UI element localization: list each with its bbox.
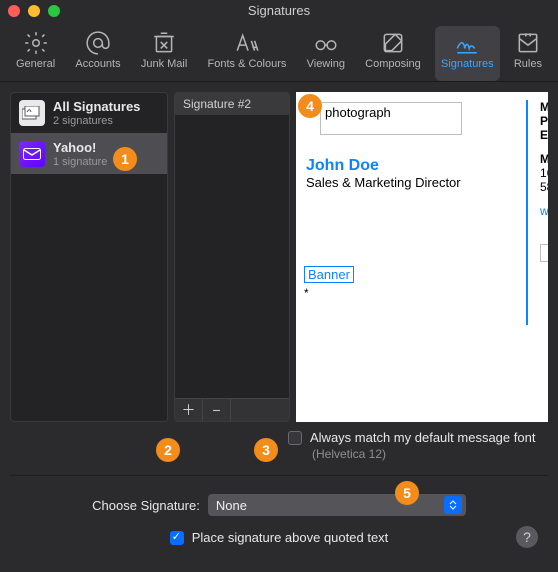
- account-all[interactable]: All Signatures 2 signatures: [11, 93, 167, 133]
- tab-fonts[interactable]: Fonts & Colours: [202, 26, 293, 81]
- trash-icon: [150, 30, 178, 56]
- account-sub: 1 signature: [53, 156, 107, 168]
- list-footer: ＋ −: [175, 398, 289, 421]
- vertical-divider: [526, 100, 528, 325]
- window-title: Signatures: [0, 0, 558, 22]
- always-match-label: Always match my default message font: [310, 430, 535, 445]
- account-name: Yahoo!: [53, 140, 107, 155]
- tab-rules[interactable]: Rules: [508, 26, 548, 81]
- title-bar: Signatures: [0, 0, 558, 22]
- traffic-lights: [8, 5, 60, 17]
- photo-placeholder: photograph: [320, 102, 462, 135]
- options-area: Always match my default message font (He…: [0, 422, 558, 555]
- choose-signature-popup[interactable]: None: [208, 494, 466, 516]
- choose-signature-value: None: [216, 498, 247, 513]
- preview-bullet: *: [304, 286, 548, 300]
- social-icons: [540, 244, 548, 262]
- all-signatures-icon: [19, 100, 45, 126]
- prefs-toolbar: General Accounts Junk Mail Fonts & Colou…: [0, 22, 558, 82]
- compose-icon: [379, 30, 407, 56]
- yahoo-icon: [19, 141, 45, 167]
- font-icon: [233, 30, 261, 56]
- signature-icon: [453, 30, 481, 56]
- divider: [10, 475, 548, 476]
- tab-signatures[interactable]: Signatures: [435, 26, 500, 81]
- banner-placeholder: Banner: [304, 266, 354, 283]
- choose-signature-row: Choose Signature: None: [10, 494, 548, 516]
- tab-junkmail[interactable]: Junk Mail: [135, 26, 193, 81]
- tab-composing[interactable]: Composing: [359, 26, 427, 81]
- signature-preview[interactable]: photograph John Doe Sales & Marketing Di…: [296, 92, 548, 422]
- place-above-checkbox[interactable]: [170, 531, 184, 545]
- font-hint: (Helvetica 12): [312, 447, 548, 461]
- help-button[interactable]: ?: [516, 526, 538, 548]
- add-button[interactable]: ＋: [175, 399, 203, 421]
- preview-role: Sales & Marketing Director: [306, 175, 548, 190]
- always-match-row[interactable]: Always match my default message font: [288, 430, 548, 445]
- account-sub: 2 signatures: [53, 115, 140, 127]
- gear-icon: [22, 30, 50, 56]
- choose-signature-label: Choose Signature:: [92, 498, 200, 513]
- tab-general[interactable]: General: [10, 26, 61, 81]
- glasses-icon: [312, 30, 340, 56]
- rules-icon: [514, 30, 542, 56]
- minimize-icon[interactable]: [28, 5, 40, 17]
- accounts-list: All Signatures 2 signatures Yahoo! 1 sig…: [10, 92, 168, 422]
- chevron-updown-icon: [444, 496, 462, 514]
- zoom-icon[interactable]: [48, 5, 60, 17]
- tab-accounts[interactable]: Accounts: [69, 26, 126, 81]
- tab-viewing[interactable]: Viewing: [301, 26, 351, 81]
- contact-block: M (800) P (800) E john.c My Con 16 Free …: [540, 100, 548, 218]
- preview-name: John Doe: [306, 157, 548, 175]
- at-icon: [84, 30, 112, 56]
- close-icon[interactable]: [8, 5, 20, 17]
- place-above-row[interactable]: Place signature above quoted text: [10, 530, 548, 545]
- main-content: All Signatures 2 signatures Yahoo! 1 sig…: [0, 82, 558, 422]
- place-above-label: Place signature above quoted text: [192, 530, 389, 545]
- signature-item[interactable]: Signature #2: [175, 93, 289, 115]
- remove-button[interactable]: −: [203, 399, 231, 421]
- always-match-checkbox[interactable]: [288, 431, 302, 445]
- account-yahoo[interactable]: Yahoo! 1 signature: [11, 133, 167, 174]
- signatures-list: Signature #2 ＋ −: [174, 92, 290, 422]
- account-name: All Signatures: [53, 99, 140, 114]
